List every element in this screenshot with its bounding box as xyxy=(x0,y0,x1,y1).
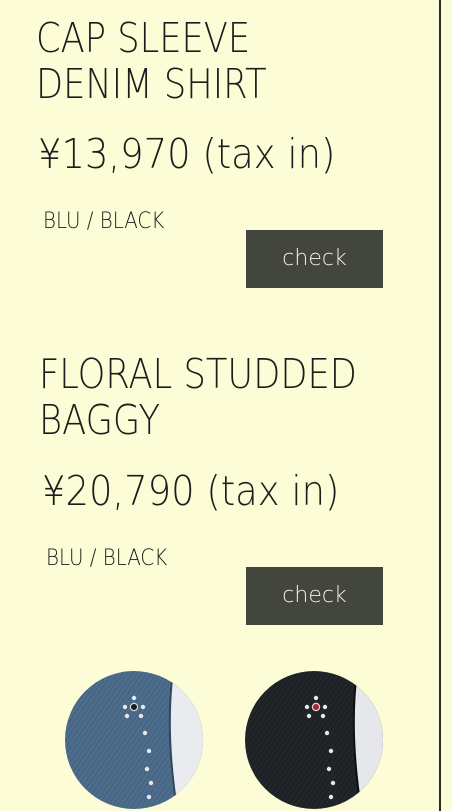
product-price: ¥20,790 (tax in) xyxy=(42,467,340,515)
blue-denim-swatch[interactable] xyxy=(65,671,203,809)
product-title-line-1: FLORAL STUDDED xyxy=(39,350,357,398)
check-button[interactable]: check xyxy=(246,567,383,625)
blue-denim-swatch-image xyxy=(65,671,203,809)
black-denim-swatch[interactable] xyxy=(245,671,383,809)
product-floral-studded-baggy: FLORAL STUDDED BAGGY ¥20,790 (tax in) BL… xyxy=(0,0,439,640)
product-title-line-2: BAGGY xyxy=(39,396,161,444)
product-title: FLORAL STUDDED BAGGY xyxy=(39,351,357,443)
product-colors: BLU / BLACK xyxy=(46,546,168,571)
black-denim-swatch-image xyxy=(245,671,383,809)
right-border-line xyxy=(439,0,441,811)
